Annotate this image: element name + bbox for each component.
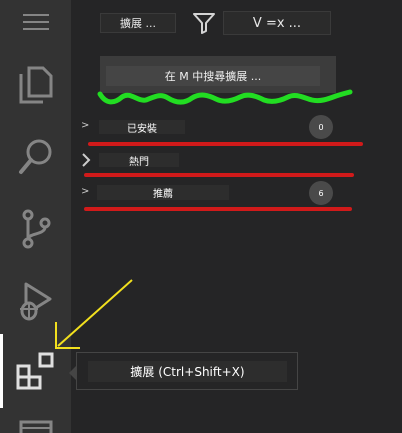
search-icon — [18, 139, 51, 174]
red-underline-installed — [88, 142, 363, 146]
installed-count-badge: 0 — [309, 115, 333, 139]
section-installed[interactable]: > 已安裝 0 — [71, 115, 402, 139]
yellow-arrow-annotation — [55, 279, 133, 349]
filter-icon — [193, 13, 215, 34]
green-highlight-squiggle — [97, 89, 353, 105]
explorer-icon — [19, 66, 52, 104]
recommended-count-badge: 6 — [309, 181, 333, 205]
chevron-right-icon: > — [81, 120, 90, 131]
section-popular[interactable]: 熱門 — [71, 148, 402, 172]
red-underline-recommended — [84, 207, 352, 211]
chevron-right-icon — [82, 153, 91, 167]
extensions-icon — [16, 352, 53, 390]
chevron-right-icon: > — [81, 186, 90, 197]
source-control-button[interactable] — [0, 204, 71, 254]
search-extensions-input[interactable]: 在 M 中搜尋擴展 ... — [106, 66, 320, 86]
section-recommended-label: 推薦 — [97, 185, 229, 200]
menu-button[interactable] — [0, 8, 71, 36]
activity-bar — [0, 0, 71, 433]
panel-icon — [19, 420, 52, 433]
red-underline-popular — [84, 173, 354, 177]
section-popular-label: 熱門 — [99, 153, 179, 168]
extensions-title-button[interactable]: 擴展 ... — [100, 13, 176, 33]
vscode-window: 擴展 ... V =x ... 在 M 中搜尋擴展 ... > 已安裝 0 熱門… — [0, 0, 402, 433]
views-menu-button[interactable]: V =x ... — [223, 11, 331, 35]
section-recommended[interactable]: > 推薦 6 — [71, 181, 402, 205]
section-installed-label: 已安裝 — [99, 120, 185, 135]
search-view-button[interactable] — [0, 132, 71, 182]
panel-button[interactable] — [0, 420, 71, 433]
extensions-tooltip-text: 擴展 (Ctrl+Shift+X) — [88, 361, 287, 382]
menu-icon — [22, 14, 49, 30]
source-control-icon — [22, 209, 50, 249]
filter-button[interactable] — [193, 12, 215, 34]
explorer-button[interactable] — [0, 60, 71, 110]
tooltip-pointer — [69, 366, 76, 380]
